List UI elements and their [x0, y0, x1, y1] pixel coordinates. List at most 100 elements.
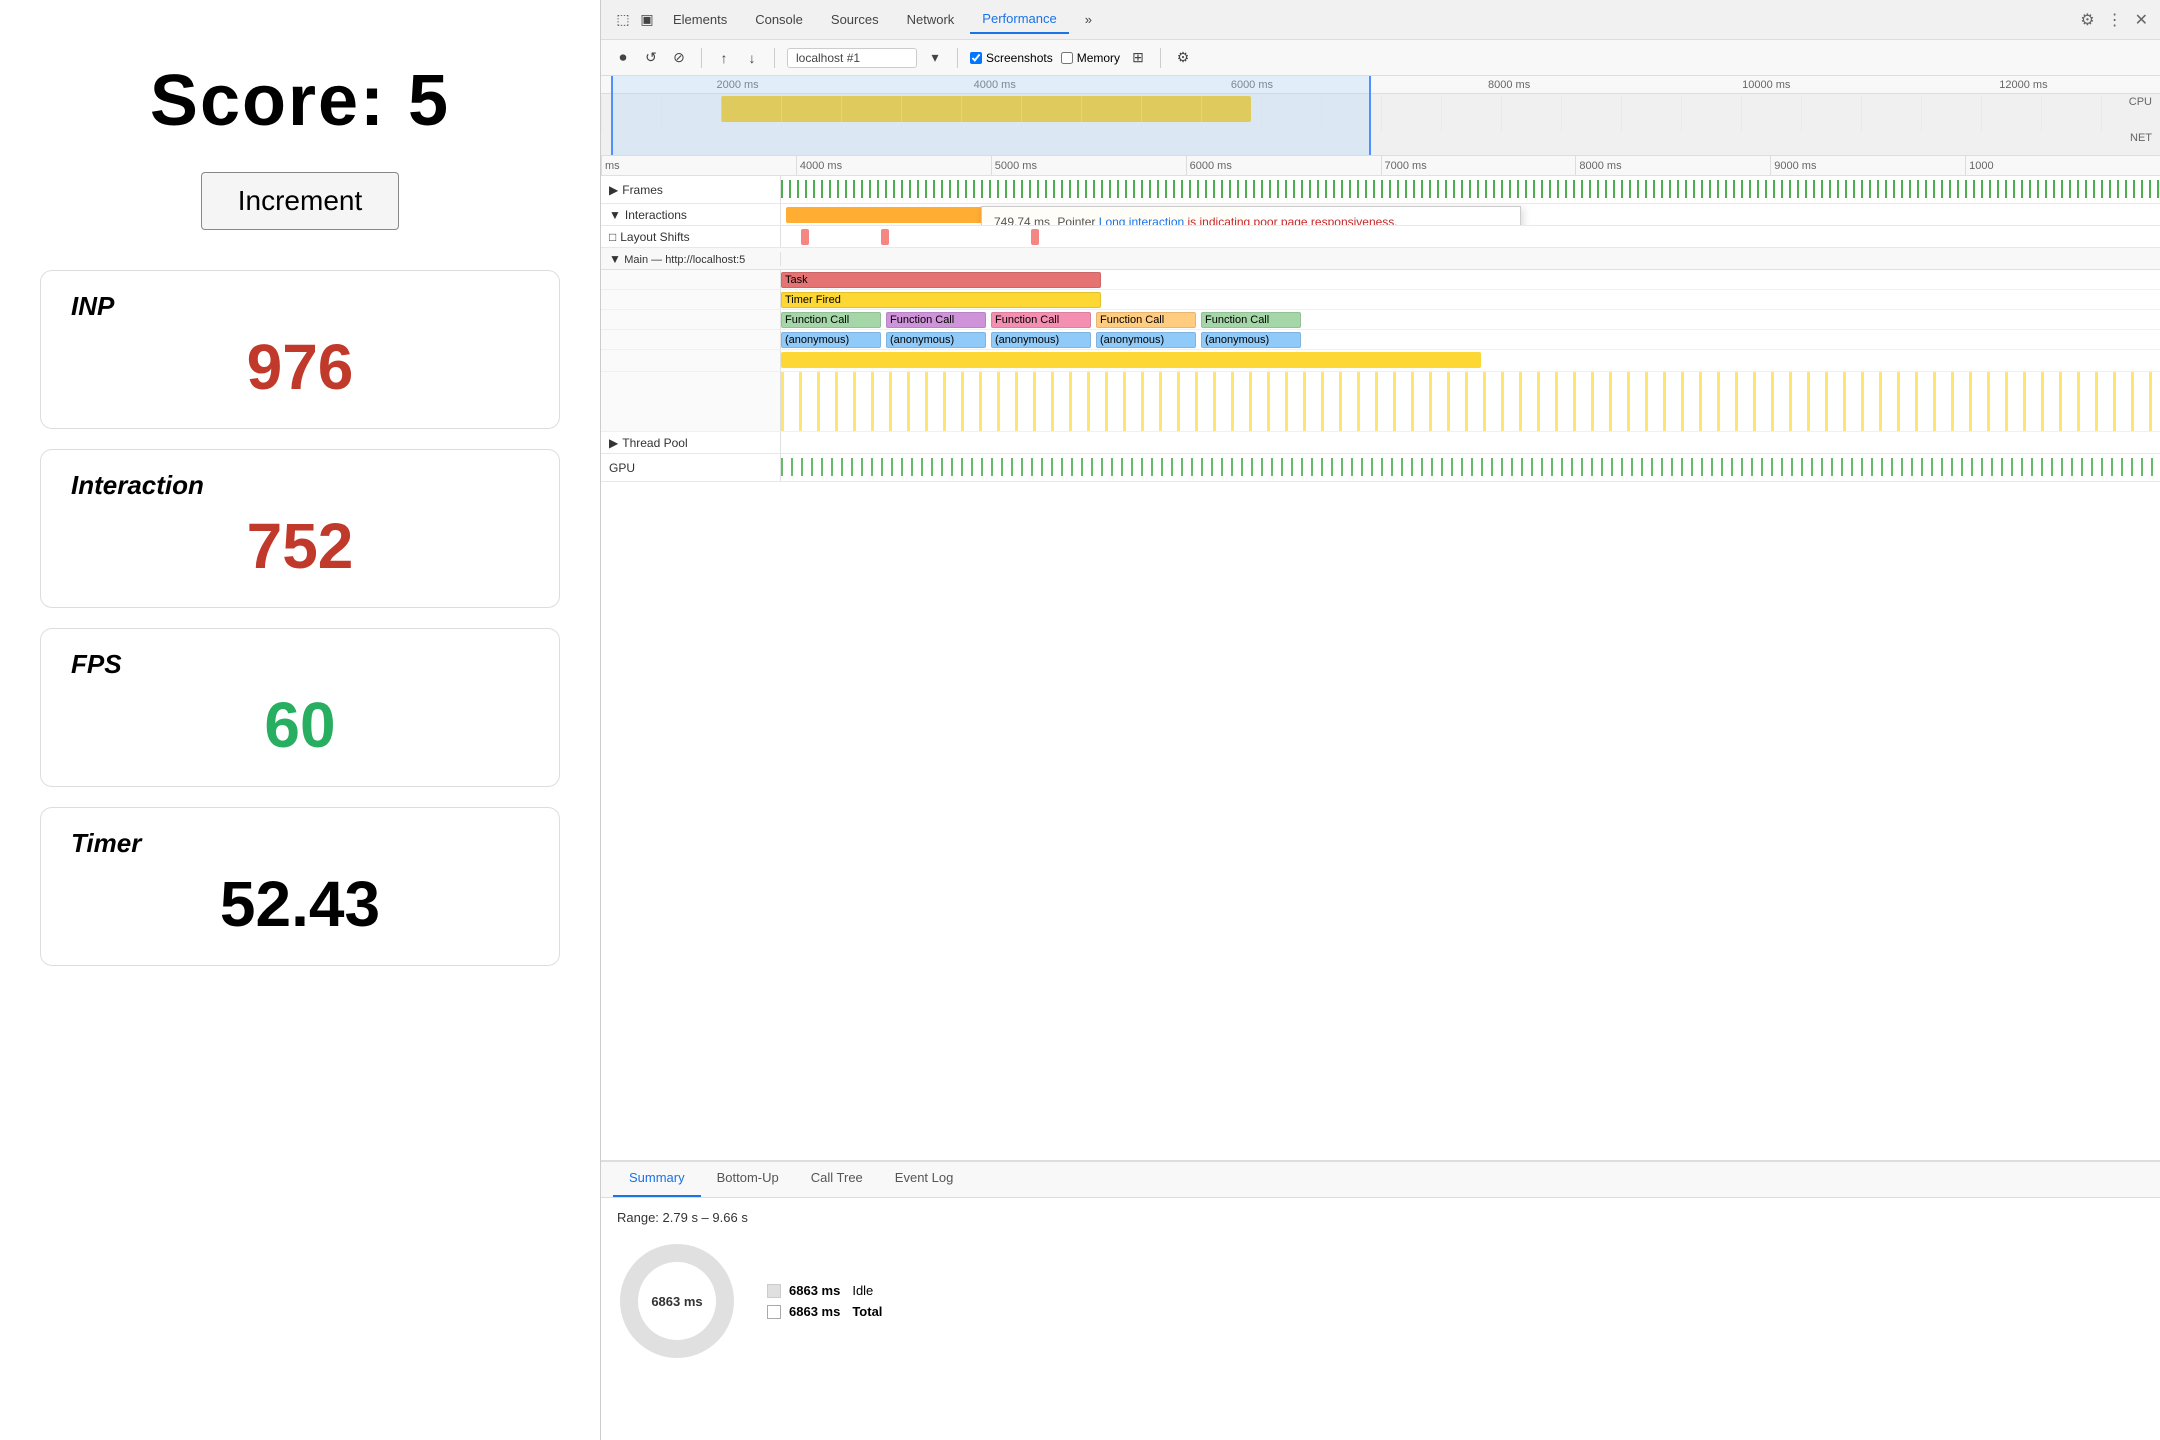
- frames-track: ▶ Frames: [601, 176, 2160, 204]
- tab-performance[interactable]: Performance: [970, 5, 1068, 34]
- more-icon[interactable]: ⋮: [2107, 10, 2123, 30]
- main-toggle-icon[interactable]: ▼: [609, 252, 621, 266]
- inp-value: 976: [71, 330, 529, 404]
- flame-label-scatter: [601, 372, 781, 431]
- layout-shifts-label: □ Layout Shifts: [601, 226, 781, 247]
- tab-bottom-up[interactable]: Bottom-Up: [701, 1162, 795, 1197]
- screenshots-checkbox[interactable]: [970, 52, 982, 64]
- memory-checkbox[interactable]: [1061, 52, 1073, 64]
- tab-more[interactable]: »: [1073, 6, 1104, 33]
- inp-card: INP 976: [40, 270, 560, 429]
- interaction-card: Interaction 752: [40, 449, 560, 608]
- interactions-track: ▼ Interactions 749.74 ms Pointer Long in…: [601, 204, 2160, 226]
- ls-bar-1: [801, 229, 809, 245]
- settings-icon[interactable]: ⚙: [2080, 10, 2094, 30]
- ruler-tick-7000: 7000 ms: [1381, 156, 1576, 175]
- screenshot-strip: [601, 96, 2160, 132]
- func-block-2[interactable]: Function Call: [886, 312, 986, 328]
- devtools-icon-cursor[interactable]: ⬚: [613, 10, 633, 30]
- interactions-content[interactable]: 749.74 ms Pointer Long interaction is in…: [781, 204, 2160, 225]
- close-icon[interactable]: ✕: [2135, 10, 2148, 30]
- func-label-4: Function Call: [1100, 314, 1164, 326]
- timeline-overview[interactable]: 2000 ms 4000 ms 6000 ms 8000 ms 10000 ms…: [601, 76, 2160, 156]
- func-block-3[interactable]: Function Call: [991, 312, 1091, 328]
- donut-wrapper: 6863 ms 6863 ms Idle 6863 ms Total: [617, 1241, 2144, 1361]
- timer-label: Timer: [71, 828, 529, 859]
- anon-label-4: (anonymous): [1100, 334, 1164, 346]
- layout-shifts-content: [781, 226, 2160, 247]
- bottom-tabs-bar: Summary Bottom-Up Call Tree Event Log: [601, 1162, 2160, 1198]
- increment-button[interactable]: Increment: [201, 172, 400, 230]
- ruler-tick-ms: ms: [601, 156, 796, 175]
- target-url[interactable]: localhost #1: [787, 48, 917, 68]
- tab-elements[interactable]: Elements: [661, 6, 739, 33]
- perf-settings-icon[interactable]: ⚙: [1173, 48, 1193, 68]
- timer-card: Timer 52.43: [40, 807, 560, 966]
- interaction-label: Interaction: [71, 470, 529, 501]
- func-label-5: Function Call: [1205, 314, 1269, 326]
- tab-network[interactable]: Network: [895, 6, 967, 33]
- timer-label: Timer Fired: [785, 294, 841, 306]
- ruler-mark-10000: 10000 ms: [1638, 79, 1895, 91]
- anon-block-4[interactable]: (anonymous): [1096, 332, 1196, 348]
- bottom-section: Summary Bottom-Up Call Tree Event Log Ra…: [601, 1160, 2160, 1440]
- flame-label-task: [601, 270, 781, 289]
- flame-row-anon: (anonymous) (anonymous) (anonymous) (ano…: [601, 330, 2160, 350]
- interactions-toggle-icon[interactable]: ▼: [609, 208, 621, 222]
- flame-row-long-yellow: [601, 350, 2160, 372]
- record-icon[interactable]: ⏺: [613, 48, 633, 68]
- timer-block[interactable]: Timer Fired: [781, 292, 1101, 308]
- func-block-1[interactable]: Function Call: [781, 312, 881, 328]
- anon-block-2[interactable]: (anonymous): [886, 332, 986, 348]
- capture-icon[interactable]: ⊞: [1128, 48, 1148, 68]
- tooltip-long-interaction-link[interactable]: Long interaction: [1099, 215, 1184, 225]
- fps-value: 60: [71, 688, 529, 762]
- target-dropdown-icon[interactable]: ▾: [925, 48, 945, 68]
- gpu-content: [781, 454, 2160, 481]
- toolbar-separator-4: [1160, 48, 1161, 68]
- task-block[interactable]: Task: [781, 272, 1101, 288]
- total-ms: 6863 ms: [789, 1304, 840, 1319]
- ruler-mark-12000: 12000 ms: [1895, 79, 2152, 91]
- flame-content-task: Task: [781, 270, 2160, 289]
- anon-block-1[interactable]: (anonymous): [781, 332, 881, 348]
- ruler-tick-6000: 6000 ms: [1186, 156, 1381, 175]
- func-block-5[interactable]: Function Call: [1201, 312, 1301, 328]
- frames-toggle-icon[interactable]: ▶: [609, 183, 618, 197]
- flame-content-anon: (anonymous) (anonymous) (anonymous) (ano…: [781, 330, 2160, 349]
- bottom-left-col: Range: 2.79 s – 9.66 s 6863 ms 6863 ms I…: [617, 1210, 2144, 1361]
- download-icon[interactable]: ↓: [742, 48, 762, 68]
- clear-icon[interactable]: ⊘: [669, 48, 689, 68]
- layout-shifts-toggle-icon[interactable]: □: [609, 230, 616, 244]
- thread-pool-toggle-icon[interactable]: ▶: [609, 436, 618, 450]
- long-yellow-block: [781, 352, 1481, 368]
- reload-icon[interactable]: ↺: [641, 48, 661, 68]
- gpu-track-label: GPU: [601, 454, 781, 481]
- tab-call-tree[interactable]: Call Tree: [795, 1162, 879, 1197]
- fps-label: FPS: [71, 649, 529, 680]
- layout-shifts-track: □ Layout Shifts: [601, 226, 2160, 248]
- legend-items: 6863 ms Idle 6863 ms Total: [767, 1283, 882, 1319]
- tab-event-log[interactable]: Event Log: [879, 1162, 970, 1197]
- anon-label-3: (anonymous): [995, 334, 1059, 346]
- anon-block-5[interactable]: (anonymous): [1201, 332, 1301, 348]
- toolbar-separator-3: [957, 48, 958, 68]
- tooltip-warning-text: is indicating poor page responsiveness.: [1188, 215, 1398, 225]
- anon-block-3[interactable]: (anonymous): [991, 332, 1091, 348]
- tab-summary[interactable]: Summary: [613, 1162, 701, 1197]
- ruler-tick-5000: 5000 ms: [991, 156, 1186, 175]
- tab-console[interactable]: Console: [743, 6, 815, 33]
- func-label-1: Function Call: [785, 314, 849, 326]
- devtools-icon-mobile[interactable]: ▣: [637, 10, 657, 30]
- main-track-header: ▼ Main — http://localhost:5: [601, 248, 2160, 270]
- upload-icon[interactable]: ↑: [714, 48, 734, 68]
- tab-sources[interactable]: Sources: [819, 6, 891, 33]
- flame-label-func: [601, 310, 781, 329]
- frames-track-label: ▶ Frames: [601, 176, 781, 203]
- thread-pool-content: [781, 432, 2160, 453]
- gpu-track: GPU: [601, 454, 2160, 482]
- thread-pool-text: Thread Pool: [622, 436, 687, 450]
- func-block-4[interactable]: Function Call: [1096, 312, 1196, 328]
- devtools-panel: ⬚ ▣ Elements Console Sources Network Per…: [600, 0, 2160, 1440]
- bottom-content-area: Range: 2.79 s – 9.66 s 6863 ms 6863 ms I…: [601, 1198, 2160, 1440]
